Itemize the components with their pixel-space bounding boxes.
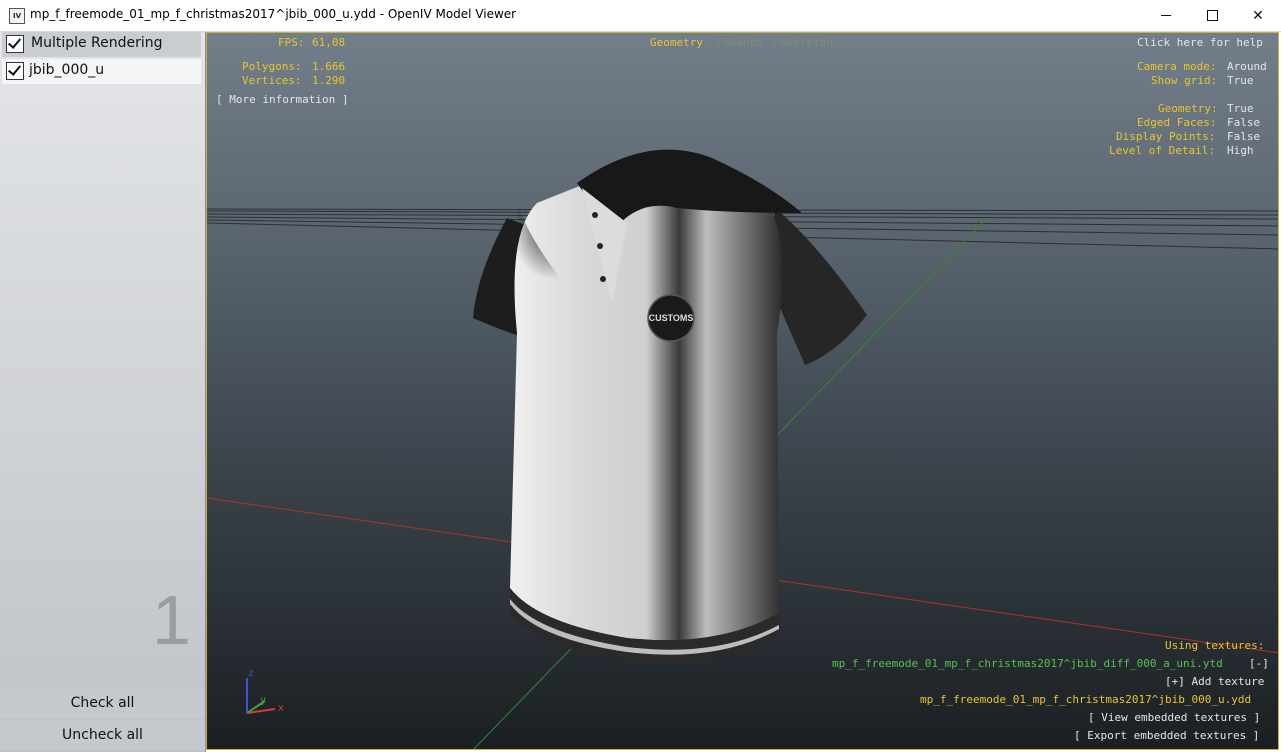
minimize-icon: [1161, 15, 1171, 16]
uncheck-all-button[interactable]: Uncheck all: [0, 720, 205, 750]
display-points-value[interactable]: False: [1227, 130, 1260, 143]
axis-z-label: z: [248, 668, 254, 679]
customs-logo-text: CUSTOMS: [649, 313, 694, 323]
axis-gizmo: x y z: [246, 668, 284, 714]
model-item-label: jbib_000_u: [29, 62, 105, 78]
minimize-button[interactable]: [1143, 0, 1189, 31]
button-3: [600, 276, 606, 282]
close-button[interactable]: ✕: [1235, 0, 1281, 31]
multiple-rendering-checkbox[interactable]: [6, 35, 24, 53]
tab-geometry[interactable]: Geometry: [650, 36, 703, 49]
model-viewport[interactable]: CUSTOMS x y z FPS: 61,08 Polygons: 1.666…: [206, 32, 1279, 750]
openiv-app-icon: IV: [9, 8, 25, 24]
maximize-button[interactable]: [1189, 0, 1235, 31]
lod-label: Level of Detail:: [1109, 144, 1215, 157]
tab-separator-1: |: [715, 36, 722, 49]
vertices-value: 1.290: [312, 74, 346, 87]
multiple-rendering-toggle[interactable]: Multiple Rendering: [2, 32, 201, 57]
export-embedded-textures-link[interactable]: [ Export embedded textures ]: [1074, 729, 1259, 742]
check-all-button[interactable]: Check all: [0, 688, 205, 718]
model-list-item[interactable]: jbib_000_u: [2, 59, 201, 84]
fps-label: FPS:: [278, 36, 305, 49]
shirt-model[interactable]: CUSTOMS: [473, 149, 867, 664]
texture-file-link[interactable]: mp_f_freemode_01_mp_f_christmas2017^jbib…: [832, 657, 1223, 670]
lod-value[interactable]: High: [1227, 144, 1254, 157]
close-icon: ✕: [1252, 7, 1264, 24]
help-link[interactable]: Click here for help: [1137, 36, 1263, 49]
window-title: mp_f_freemode_01_mp_f_christmas2017^jbib…: [30, 7, 517, 21]
maximize-icon: [1206, 10, 1218, 21]
tab-sounds[interactable]: Sounds: [723, 36, 763, 49]
title-bar: IV mp_f_freemode_01_mp_f_christmas2017^j…: [0, 0, 1281, 32]
button-2: [597, 243, 603, 249]
tab-separator-2: |: [771, 36, 778, 49]
remove-texture-button[interactable]: [-]: [1249, 657, 1269, 670]
geometry-value[interactable]: True: [1227, 102, 1254, 115]
fps-value: 61,08: [312, 36, 346, 49]
axis-x-label: x: [278, 703, 284, 714]
embedded-texture-file[interactable]: mp_f_freemode_01_mp_f_christmas2017^jbib…: [920, 693, 1251, 706]
edged-faces-value[interactable]: False: [1227, 116, 1260, 129]
model-list-panel: Multiple Rendering jbib_000_u 1 Check al…: [0, 32, 206, 752]
button-1: [592, 212, 598, 218]
shirt-body: [510, 180, 783, 641]
camera-mode-label: Camera mode:: [1137, 60, 1217, 73]
add-texture-button[interactable]: [+] Add texture: [1165, 675, 1264, 688]
display-points-label: Display Points:: [1116, 130, 1216, 143]
show-grid-label: Show grid:: [1151, 74, 1218, 87]
show-grid-value[interactable]: True: [1227, 74, 1254, 87]
tab-skeleton[interactable]: Skeleton: [780, 36, 833, 49]
using-textures-header: Using textures:: [1165, 639, 1265, 652]
camera-mode-value[interactable]: Around: [1227, 60, 1267, 73]
vertices-label: Vertices:: [242, 74, 302, 87]
model-item-checkbox[interactable]: [6, 62, 24, 80]
axis-y-label: y: [260, 695, 266, 706]
geometry-label: Geometry:: [1158, 102, 1218, 115]
polygons-value: 1.666: [312, 60, 346, 73]
multiple-rendering-label: Multiple Rendering: [31, 35, 163, 51]
polygons-label: Polygons:: [242, 60, 302, 73]
edged-faces-label: Edged Faces:: [1137, 116, 1217, 129]
view-embedded-textures-link[interactable]: [ View embedded textures ]: [1088, 711, 1260, 724]
model-count: 1: [152, 581, 191, 659]
more-information-link[interactable]: [ More information ]: [216, 93, 348, 106]
